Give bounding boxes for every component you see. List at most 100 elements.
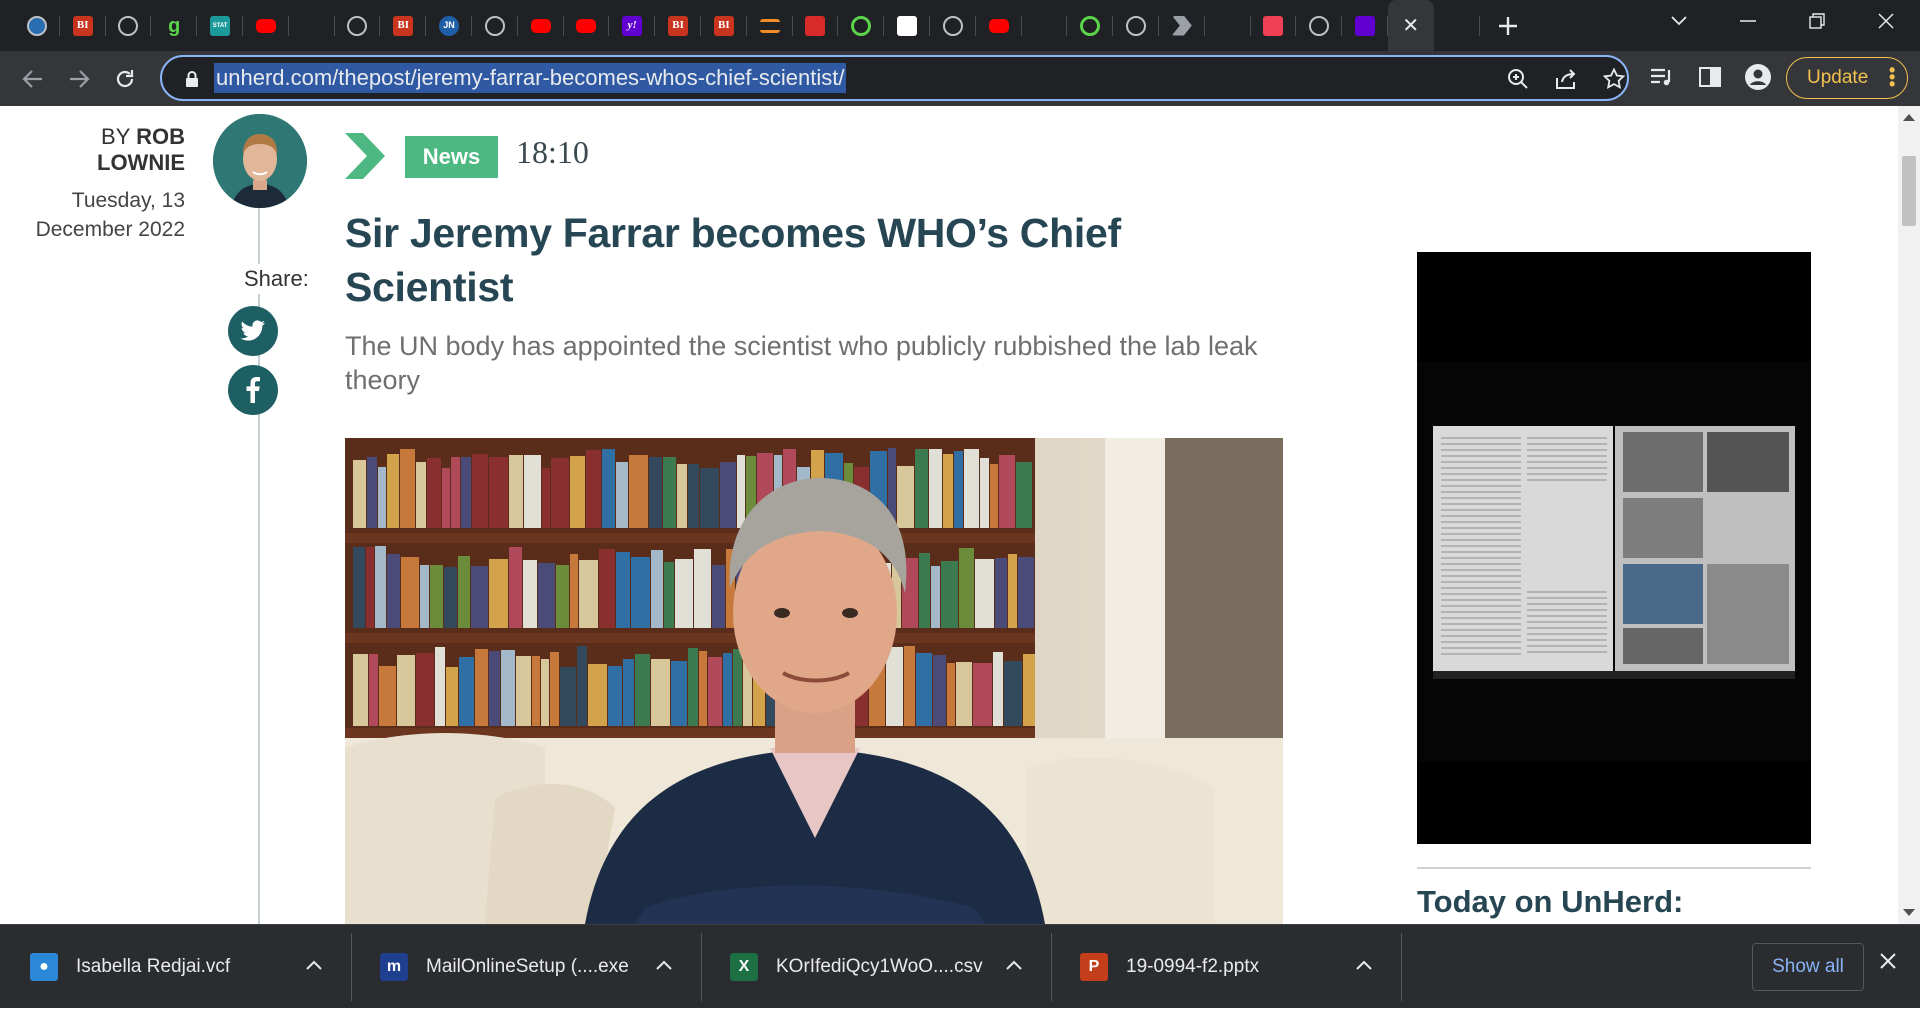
forward-button[interactable] [56, 56, 102, 102]
browser-tab[interactable] [564, 0, 610, 51]
share-facebook-button[interactable] [228, 365, 278, 415]
chevron-up-icon[interactable] [1356, 957, 1372, 975]
byline-author-line: BY ROB LOWNIE [7, 124, 185, 176]
chevron-up-icon[interactable] [306, 957, 322, 975]
browser-tab[interactable]: STAT [197, 0, 243, 51]
book-spine [688, 648, 698, 726]
page-scrollbar[interactable] [1898, 106, 1920, 924]
tab-search-button[interactable] [1648, 0, 1710, 42]
browser-tab[interactable] [106, 0, 152, 51]
red-swirl-icon [1034, 16, 1054, 36]
browser-tab[interactable]: BI [380, 0, 426, 51]
scroll-down-icon[interactable] [1903, 909, 1915, 916]
profile-avatar-icon[interactable] [1744, 63, 1772, 91]
browser-tab[interactable] [838, 0, 884, 51]
reload-button[interactable] [102, 56, 148, 102]
bookmark-star-icon[interactable] [1602, 67, 1626, 91]
browser-tab[interactable]: BI [701, 0, 747, 51]
download-item[interactable]: ● Isabella Redjai.vcf [2, 925, 352, 1009]
zoom-icon[interactable] [1506, 67, 1530, 91]
browser-tab[interactable]: BI [655, 0, 701, 51]
browser-tab[interactable] [1434, 0, 1480, 51]
browser-tab[interactable]: y! [609, 0, 655, 51]
business-insider-icon: BI [713, 15, 734, 36]
browser-tab[interactable] [884, 0, 930, 51]
browser-toolbar: unherd.com/thepost/jeremy-farrar-becomes… [0, 51, 1920, 106]
browser-tab[interactable]: ✕ [1387, 0, 1434, 51]
share-page-icon[interactable] [1554, 67, 1578, 91]
book-spine [916, 653, 932, 726]
browser-tab[interactable] [1205, 0, 1251, 51]
chevron-up-icon[interactable] [656, 957, 672, 975]
close-icon[interactable]: ✕ [1402, 16, 1419, 36]
reading-list-icon[interactable] [1648, 63, 1676, 91]
book-spine [551, 458, 569, 528]
book-spine [451, 457, 460, 528]
author-avatar[interactable] [213, 114, 307, 208]
book-spine [720, 462, 736, 528]
browser-tab[interactable] [793, 0, 839, 51]
url-text[interactable]: unherd.com/thepost/jeremy-farrar-becomes… [214, 63, 847, 93]
book-spine [400, 449, 415, 528]
download-item[interactable]: X KOrIfediQcy1WoO....csv [702, 925, 1052, 1009]
book-spine [420, 565, 429, 628]
restore-button[interactable] [1786, 0, 1848, 42]
tab-list: BI g STAT BI JN y! BI BI ✕ [0, 0, 1480, 51]
minimize-button[interactable] [1717, 0, 1779, 42]
share-twitter-button[interactable] [228, 306, 278, 356]
close-download-bar-button[interactable] [1880, 953, 1896, 974]
close-icon [1880, 953, 1896, 969]
side-panel-icon[interactable] [1696, 63, 1724, 91]
book-spine [616, 552, 630, 628]
book-spine [651, 659, 670, 726]
book-spine [489, 559, 508, 628]
reload-icon [116, 69, 134, 87]
book-spine [501, 650, 515, 726]
book-spine [599, 549, 615, 628]
browser-tab[interactable] [472, 0, 518, 51]
close-icon [1878, 13, 1894, 29]
globe-icon [1309, 15, 1330, 36]
browser-tab[interactable] [335, 0, 381, 51]
download-item[interactable]: m MailOnlineSetup (....exe [352, 925, 702, 1009]
yahoo-icon: y! [622, 15, 643, 36]
browser-tab[interactable] [14, 0, 60, 51]
browser-tab[interactable] [243, 0, 289, 51]
close-window-button[interactable] [1855, 0, 1917, 42]
browser-tab[interactable]: BI [60, 0, 106, 51]
more-menu-icon[interactable]: • • • [1889, 61, 1895, 93]
address-bar[interactable]: unherd.com/thepost/jeremy-farrar-becomes… [160, 55, 1629, 101]
browser-tab[interactable] [1342, 0, 1388, 51]
browser-tab[interactable] [930, 0, 976, 51]
forward-arrow-icon [70, 69, 90, 88]
scrollbar-thumb[interactable] [1902, 156, 1916, 226]
lock-icon[interactable] [180, 67, 204, 91]
category-tag-news[interactable]: News [405, 136, 498, 178]
browser-tab[interactable] [1159, 0, 1205, 51]
book-spine [959, 548, 974, 628]
browser-tab[interactable] [289, 0, 335, 51]
browser-tab[interactable] [747, 0, 793, 51]
advertisement[interactable] [1417, 252, 1811, 844]
browser-tab[interactable] [1251, 0, 1297, 51]
book-spine [532, 656, 540, 726]
scroll-up-icon[interactable] [1903, 114, 1915, 121]
browser-tab[interactable] [518, 0, 564, 51]
book-spine [1008, 554, 1017, 628]
book-spine [947, 663, 955, 726]
chevron-up-icon[interactable] [1006, 957, 1022, 975]
browser-tab[interactable] [1067, 0, 1113, 51]
update-button[interactable]: Update • • • [1786, 57, 1908, 99]
browser-tab[interactable]: JN [426, 0, 472, 51]
browser-tab[interactable] [1022, 0, 1068, 51]
browser-tab[interactable]: g [151, 0, 197, 51]
show-all-downloads-button[interactable]: Show all [1752, 943, 1864, 991]
browser-tab[interactable] [1296, 0, 1342, 51]
download-item[interactable]: P 19-0994-f2.pptx [1052, 925, 1402, 1009]
book-spine [430, 565, 443, 628]
browser-tab[interactable] [976, 0, 1022, 51]
download-filename: 19-0994-f2.pptx [1126, 956, 1260, 977]
new-tab-button[interactable] [1486, 0, 1530, 51]
browser-tab[interactable] [1113, 0, 1159, 51]
back-button[interactable] [10, 56, 56, 102]
